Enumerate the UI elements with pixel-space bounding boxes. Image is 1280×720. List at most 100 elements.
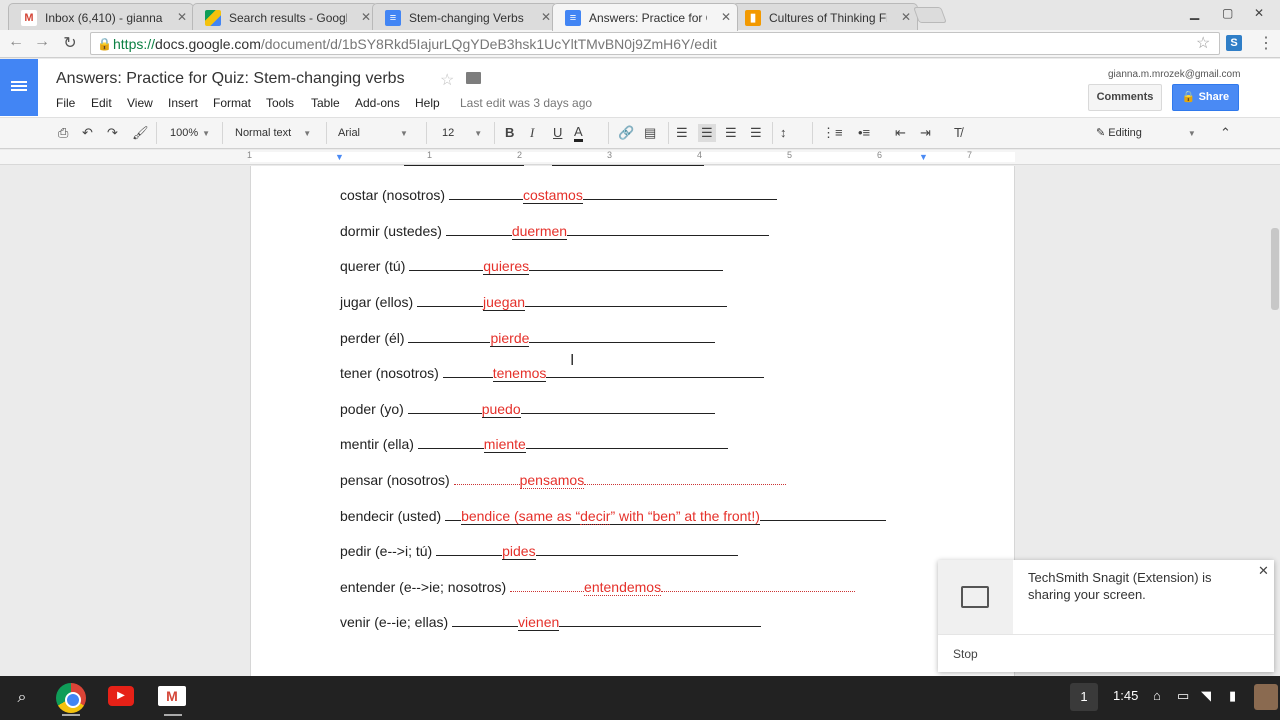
- undo-icon[interactable]: ↶: [82, 124, 93, 142]
- search-icon[interactable]: ⌕: [8, 684, 36, 712]
- close-icon[interactable]: ✕: [721, 10, 731, 24]
- align-center-icon[interactable]: ☰: [698, 124, 716, 142]
- new-tab-button[interactable]: [913, 7, 947, 23]
- menu-tools[interactable]: Tools: [266, 96, 294, 110]
- tab-search-results[interactable]: Search results - Google D ✕: [192, 3, 378, 30]
- partial-line: [552, 162, 704, 166]
- tab-stem-changing-verbs[interactable]: ≡ Stem-changing Verbs to ✕: [372, 3, 558, 30]
- notification-count-badge[interactable]: 1: [1070, 683, 1098, 711]
- youtube-icon[interactable]: ▶: [108, 686, 134, 706]
- menu-insert[interactable]: Insert: [168, 96, 198, 110]
- editing-mode-select[interactable]: ✎ Editing ▼: [1096, 124, 1196, 142]
- exercise-line[interactable]: venir (e--ie; ellas) vienen: [340, 613, 762, 631]
- bulleted-list-icon[interactable]: •≡: [858, 124, 870, 142]
- exercise-line[interactable]: bendecir (usted) bendice (same as “decir…: [340, 507, 886, 525]
- redo-icon[interactable]: ↷: [107, 124, 118, 142]
- text-color-icon[interactable]: A: [574, 124, 583, 142]
- tab-answers-practice[interactable]: ≡ Answers: Practice for Qu ✕: [552, 3, 738, 31]
- zoom-select[interactable]: 100% ▼: [170, 124, 210, 142]
- left-indent-marker[interactable]: ▼: [335, 152, 344, 162]
- align-left-icon[interactable]: ☰: [676, 124, 688, 142]
- close-icon[interactable]: ✕: [361, 10, 371, 24]
- menu-file[interactable]: File: [56, 96, 75, 110]
- document-title[interactable]: Answers: Practice for Quiz: Stem-changin…: [56, 70, 405, 88]
- close-icon[interactable]: ✕: [177, 10, 187, 24]
- exercise-line[interactable]: costar (nosotros) costamos: [340, 186, 777, 204]
- avatar[interactable]: [1254, 684, 1278, 710]
- font-size-select[interactable]: 12 ▼: [442, 124, 482, 142]
- gmail-icon[interactable]: M: [158, 686, 186, 706]
- menu-view[interactable]: View: [127, 96, 153, 110]
- font-select[interactable]: Arial ▼: [338, 124, 408, 142]
- tab-cultures-of-thinking[interactable]: ▮ Cultures of Thinking Fiel ✕: [732, 3, 918, 30]
- share-button[interactable]: 🔒 Share: [1172, 84, 1239, 111]
- address-bar[interactable]: 🔒 https://docs.google.com/document/d/1bS…: [90, 32, 1220, 55]
- home-icon[interactable]: ⌂: [1153, 688, 1161, 703]
- exercise-line[interactable]: entender (e-->ie; nosotros) entendemos: [340, 578, 856, 596]
- tab-inbox[interactable]: M Inbox (6,410) - gianna.m ✕: [8, 3, 194, 30]
- menu-edit[interactable]: Edit: [91, 96, 112, 110]
- menu-icon[interactable]: ⋮: [1258, 33, 1274, 53]
- close-icon[interactable]: ✕: [1258, 563, 1269, 579]
- numbered-list-icon[interactable]: ⋮≡: [822, 124, 843, 142]
- close-icon[interactable]: ✕: [901, 10, 911, 24]
- scrollbar-thumb[interactable]: [1271, 228, 1279, 310]
- right-indent-marker[interactable]: ▼: [919, 152, 928, 162]
- menu-format[interactable]: Format: [213, 96, 251, 110]
- style-select[interactable]: Normal text ▼: [235, 124, 311, 142]
- star-bookmark-icon[interactable]: ☆: [1196, 33, 1210, 53]
- back-icon[interactable]: ←: [6, 33, 26, 51]
- account-email[interactable]: gianna.m.mrozek@gmail.com: [1108, 69, 1240, 80]
- minimize-icon[interactable]: ▁: [1190, 6, 1199, 20]
- cast-icon[interactable]: ▭: [1177, 688, 1189, 704]
- underline-icon[interactable]: U: [553, 124, 562, 142]
- exercise-line[interactable]: mentir (ella) miente: [340, 435, 728, 453]
- exercise-line[interactable]: querer (tú) quieres: [340, 257, 724, 275]
- mode-value: Editing: [1108, 127, 1142, 139]
- document-page[interactable]: [250, 166, 1015, 676]
- exercise-line[interactable]: poder (yo) puedo: [340, 400, 715, 418]
- wifi-icon[interactable]: ◥: [1201, 688, 1211, 704]
- exercise-line[interactable]: dormir (ustedes) duermen: [340, 222, 770, 240]
- exercise-line[interactable]: pedir (e-->i; tú) pides: [340, 542, 738, 560]
- exercise-line[interactable]: pensar (nosotros) pensamos: [340, 471, 787, 489]
- link-icon[interactable]: 🔗: [618, 124, 634, 142]
- exercise-line[interactable]: perder (él) pierde: [340, 329, 716, 347]
- maximize-icon[interactable]: ▢: [1222, 6, 1233, 20]
- increase-indent-icon[interactable]: ⇥: [920, 124, 931, 142]
- close-icon[interactable]: ✕: [541, 10, 551, 24]
- google-docs-home-icon[interactable]: [0, 59, 38, 116]
- paint-format-icon[interactable]: 🖌: [132, 124, 149, 142]
- close-window-icon[interactable]: ✕: [1254, 6, 1264, 20]
- star-icon[interactable]: ☆: [440, 70, 454, 90]
- forward-icon[interactable]: →: [32, 33, 52, 51]
- line-spacing-icon[interactable]: ↕: [780, 124, 787, 142]
- stop-sharing-button[interactable]: Stop: [953, 647, 978, 661]
- running-indicator: [62, 714, 80, 716]
- justify-icon[interactable]: ☰: [750, 124, 762, 142]
- battery-icon[interactable]: ▮: [1229, 688, 1236, 704]
- chrome-icon[interactable]: [56, 683, 86, 713]
- menu-add-ons[interactable]: Add-ons: [355, 96, 400, 110]
- lock-icon: 🔒: [1181, 91, 1199, 103]
- print-icon[interactable]: ⎙: [58, 124, 68, 142]
- menu-help[interactable]: Help: [415, 96, 440, 110]
- last-edit-status[interactable]: Last edit was 3 days ago: [460, 96, 592, 110]
- clock[interactable]: 1:45: [1113, 688, 1138, 703]
- italic-icon[interactable]: I: [530, 124, 534, 142]
- collapse-menus-icon[interactable]: ⌃: [1220, 124, 1231, 142]
- clear-formatting-icon[interactable]: T̸: [954, 124, 962, 142]
- comment-icon[interactable]: ▤: [644, 124, 656, 142]
- bold-icon[interactable]: B: [505, 124, 514, 142]
- reload-icon[interactable]: ↻: [60, 33, 80, 53]
- snagit-extension-icon[interactable]: S: [1226, 35, 1242, 51]
- comments-button[interactable]: Comments: [1088, 84, 1162, 111]
- folder-icon[interactable]: [466, 72, 481, 84]
- exercise-line[interactable]: tener (nosotros) tenemos: [340, 364, 765, 382]
- verb-answer: entendemos: [584, 579, 662, 596]
- menu-table[interactable]: Table: [311, 96, 340, 110]
- exercise-line[interactable]: jugar (ellos) juegan: [340, 293, 728, 311]
- align-right-icon[interactable]: ☰: [725, 124, 737, 142]
- decrease-indent-icon[interactable]: ⇤: [895, 124, 906, 142]
- verb-answer: juegan: [483, 294, 526, 311]
